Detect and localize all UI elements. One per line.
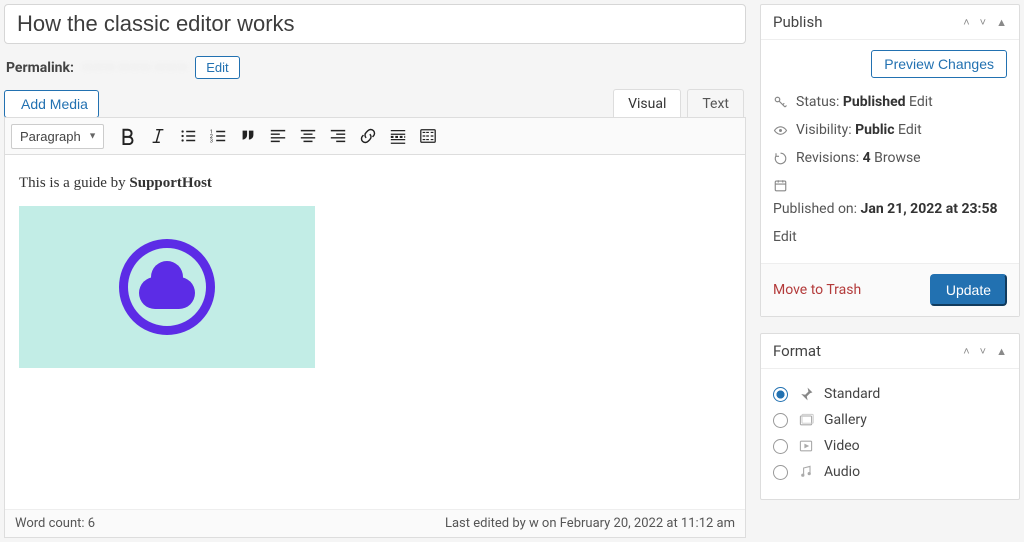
publish-panel-title: Publish [773,13,822,31]
format-list: Standard Gallery Video [773,379,1007,487]
calendar-icon [773,178,788,193]
gallery-icon [798,412,814,428]
format-option-standard[interactable]: Standard [773,381,1007,407]
post-title-input[interactable] [4,4,746,44]
status-edit-link[interactable]: Edit [909,94,933,110]
toolbar-toggle-button[interactable] [414,122,442,150]
revisions-line: Revisions: 4 Browse [773,144,1007,172]
permalink-url: ——— ——— ——— [82,60,187,76]
paragraph-format-select[interactable]: Paragraph [11,124,104,149]
editor-frame: Paragraph 123 This is a guide by Support… [4,117,746,538]
eye-icon [773,123,788,138]
bold-button[interactable] [114,122,142,150]
visibility-edit-link[interactable]: Edit [898,122,922,138]
move-to-trash-link[interactable]: Move to Trash [773,282,861,298]
preview-changes-button[interactable]: Preview Changes [871,50,1007,78]
content-image[interactable] [19,206,315,368]
svg-text:3: 3 [210,138,213,144]
pin-icon [798,386,814,402]
visibility-line: Visibility: Public Edit [773,116,1007,144]
align-left-button[interactable] [264,122,292,150]
panel-toggle-icon[interactable]: ▲ [996,16,1007,29]
published-on-line: Published on: Jan 21, 2022 at 23:58 [773,172,1007,223]
radio-checked-icon [773,387,788,402]
permalink-edit-button[interactable]: Edit [195,56,239,79]
link-button[interactable] [354,122,382,150]
add-media-label: Add Media [21,96,88,112]
italic-button[interactable] [144,122,172,150]
video-icon [798,438,814,454]
update-button[interactable]: Update [930,274,1007,306]
published-edit-link[interactable]: Edit [773,229,797,245]
status-line: Status: Published Edit [773,88,1007,116]
revisions-icon [773,151,788,166]
audio-icon [798,464,814,480]
panel-move-down-icon[interactable]: ˅ [980,345,986,358]
panel-move-up-icon[interactable]: ˄ [963,16,969,29]
format-option-audio[interactable]: Audio [773,459,1007,485]
word-count: Word count: 6 [15,516,95,531]
editor-mode-tabs: Visual Text [613,89,744,118]
key-icon [773,95,788,110]
radio-icon [773,439,788,454]
align-right-button[interactable] [324,122,352,150]
blockquote-button[interactable] [234,122,262,150]
radio-icon [773,465,788,480]
tab-visual[interactable]: Visual [613,89,681,118]
radio-icon [773,413,788,428]
revisions-browse-link[interactable]: Browse [874,150,920,166]
add-media-button[interactable]: Add Media [4,90,99,118]
format-option-video[interactable]: Video [773,433,1007,459]
permalink-row: Permalink: ——— ——— ——— Edit [6,56,744,79]
panel-toggle-icon[interactable]: ▲ [996,345,1007,358]
bulleted-list-button[interactable] [174,122,202,150]
last-edited: Last edited by w on February 20, 2022 at… [445,516,735,531]
format-option-gallery[interactable]: Gallery [773,407,1007,433]
editor-status-bar: Word count: 6 Last edited by w on Februa… [5,509,745,537]
numbered-list-button[interactable]: 123 [204,122,232,150]
editor-content-area[interactable]: This is a guide by SupportHost [5,155,745,509]
publish-panel: Publish ˄ ˅ ▲ Preview Changes Status: Pu… [760,4,1020,317]
content-paragraph: This is a guide by SupportHost [19,175,731,192]
tab-text[interactable]: Text [687,89,744,118]
format-panel-title: Format [773,342,821,360]
format-panel: Format ˄ ˅ ▲ Standard [760,333,1020,500]
panel-move-down-icon[interactable]: ˅ [980,16,986,29]
panel-move-up-icon[interactable]: ˄ [963,345,969,358]
editor-toolbar: Paragraph 123 [5,118,745,155]
permalink-label: Permalink: [6,60,74,76]
align-center-button[interactable] [294,122,322,150]
read-more-button[interactable] [384,122,412,150]
cloud-icon [119,239,215,335]
